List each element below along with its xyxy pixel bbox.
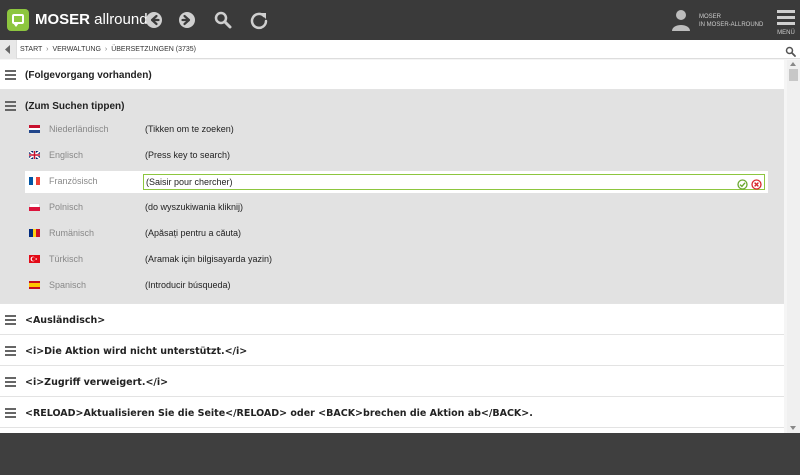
logo-icon[interactable] — [7, 9, 29, 31]
list-item[interactable]: <i>Die Aktion wird nicht unterstützt.</i… — [0, 335, 784, 366]
flag-gb-icon — [29, 151, 40, 159]
row-title: <Ausländisch> — [25, 315, 106, 326]
flag-ro-icon — [29, 229, 40, 237]
row-title: (Zum Suchen tippen) — [25, 101, 125, 112]
list-item[interactable]: <RELOAD>Aktualisieren Sie die Seite</REL… — [0, 397, 784, 428]
language-name: Türkisch — [49, 254, 84, 264]
user-name: MOSER — [699, 14, 722, 20]
back-icon[interactable] — [142, 8, 166, 32]
confirm-icon[interactable] — [737, 177, 748, 190]
language-name: Polnisch — [49, 202, 84, 212]
translation-row[interactable]: Rumänisch (Apăsați pentru a căuta) — [25, 223, 768, 245]
translation-row[interactable]: Englisch (Press key to search) — [25, 145, 768, 167]
row-title: (Folgevorgang vorhanden) — [25, 70, 152, 81]
translation-row[interactable]: Türkisch (Aramak için bilgisayarda yazin… — [25, 249, 768, 271]
cancel-icon[interactable] — [751, 177, 762, 190]
list-item[interactable]: <Ausländisch> — [0, 304, 784, 335]
breadcrumb-search-icon[interactable] — [785, 44, 796, 57]
brand-name: MOSER allround — [35, 11, 148, 28]
breadcrumb-bar: START › VERWALTUNG › ÜBERSETZUNGEN (3735… — [0, 40, 800, 59]
translation-value: (do wyszukiwania kliknij) — [145, 202, 244, 212]
translation-row[interactable]: Polnisch (do wyszukiwania kliknij) — [25, 197, 768, 219]
drag-handle-icon[interactable] — [5, 101, 16, 111]
drag-handle-icon[interactable] — [5, 315, 16, 325]
breadcrumb-separator: › — [104, 46, 108, 53]
row-title: <i>Die Aktion wird nicht unterstützt.</i… — [25, 346, 248, 357]
drag-handle-icon[interactable] — [5, 346, 16, 356]
translation-value: (Introducir búsqueda) — [145, 280, 231, 290]
language-name: Rumänisch — [49, 228, 95, 238]
flag-pl-icon — [29, 203, 40, 211]
search-icon[interactable] — [211, 8, 235, 32]
footer-bar — [0, 433, 800, 475]
translation-value: (Press key to search) — [145, 150, 231, 160]
scrollbar[interactable] — [787, 60, 800, 433]
flag-tr-icon — [29, 255, 40, 263]
translation-list: (Folgevorgang vorhanden) (Zum Suchen tip… — [0, 60, 784, 433]
breadcrumb-verwaltung[interactable]: VERWALTUNG — [52, 46, 101, 53]
user-info[interactable]: MOSER IN MOSER-ALLROUND — [699, 13, 763, 29]
scroll-up-arrow-icon[interactable] — [790, 62, 796, 66]
flag-es-icon — [29, 281, 40, 289]
top-bar: MOSER allround MOSER IN MOSER-ALLROUND M… — [0, 0, 800, 40]
flag-nl-icon — [29, 125, 40, 133]
list-item-expanded[interactable]: (Zum Suchen tippen) Niederländisch (Tikk… — [0, 90, 784, 304]
language-name: Englisch — [49, 150, 84, 160]
menu-button[interactable]: MENÜ — [774, 8, 798, 38]
list-item[interactable]: (Folgevorgang vorhanden) — [0, 60, 784, 90]
language-name: Französisch — [49, 176, 98, 186]
menu-icon — [777, 10, 795, 25]
language-name: Spanisch — [49, 280, 87, 290]
drag-handle-icon[interactable] — [5, 377, 16, 387]
list-item[interactable]: <i>Zugriff verweigert.</i> — [0, 366, 784, 397]
breadcrumb-uebersetzungen[interactable]: ÜBERSETZUNGEN (3735) — [111, 46, 196, 53]
translation-input-value[interactable]: (Saisir pour chercher) — [146, 177, 233, 188]
breadcrumb-separator: › — [46, 46, 49, 53]
refresh-icon[interactable] — [247, 8, 271, 32]
drag-handle-icon[interactable] — [5, 70, 16, 80]
translation-row[interactable]: Spanisch (Introducir búsqueda) — [25, 275, 768, 297]
user-tenant: IN MOSER-ALLROUND — [699, 22, 764, 28]
scrollbar-thumb[interactable] — [789, 69, 798, 81]
breadcrumb: START › VERWALTUNG › ÜBERSETZUNGEN (3735… — [20, 44, 196, 55]
scroll-down-arrow-icon[interactable] — [790, 426, 796, 430]
language-name: Niederländisch — [49, 124, 109, 134]
forward-icon[interactable] — [175, 8, 199, 32]
drag-handle-icon[interactable] — [5, 408, 16, 418]
translation-row[interactable]: Niederländisch (Tikken om te zoeken) — [25, 119, 768, 141]
translation-value: (Apăsați pentru a căuta) — [145, 228, 242, 238]
translation-row-editing[interactable]: Französisch (Saisir pour chercher) — [25, 171, 768, 193]
breadcrumb-start[interactable]: START — [20, 46, 42, 53]
flag-fr-icon — [29, 177, 40, 185]
row-title: <i>Zugriff verweigert.</i> — [25, 377, 169, 388]
translation-value: (Tikken om te zoeken) — [145, 124, 234, 134]
chevron-left-icon — [5, 45, 10, 54]
translation-value: (Aramak için bilgisayarda yazin) — [145, 254, 273, 264]
row-title: <RELOAD>Aktualisieren Sie die Seite</REL… — [25, 408, 533, 419]
translation-input[interactable]: (Saisir pour chercher) — [143, 174, 765, 190]
menu-label: MENÜ — [777, 30, 795, 36]
breadcrumb-back-button[interactable] — [0, 40, 17, 59]
user-icon[interactable] — [670, 8, 692, 32]
